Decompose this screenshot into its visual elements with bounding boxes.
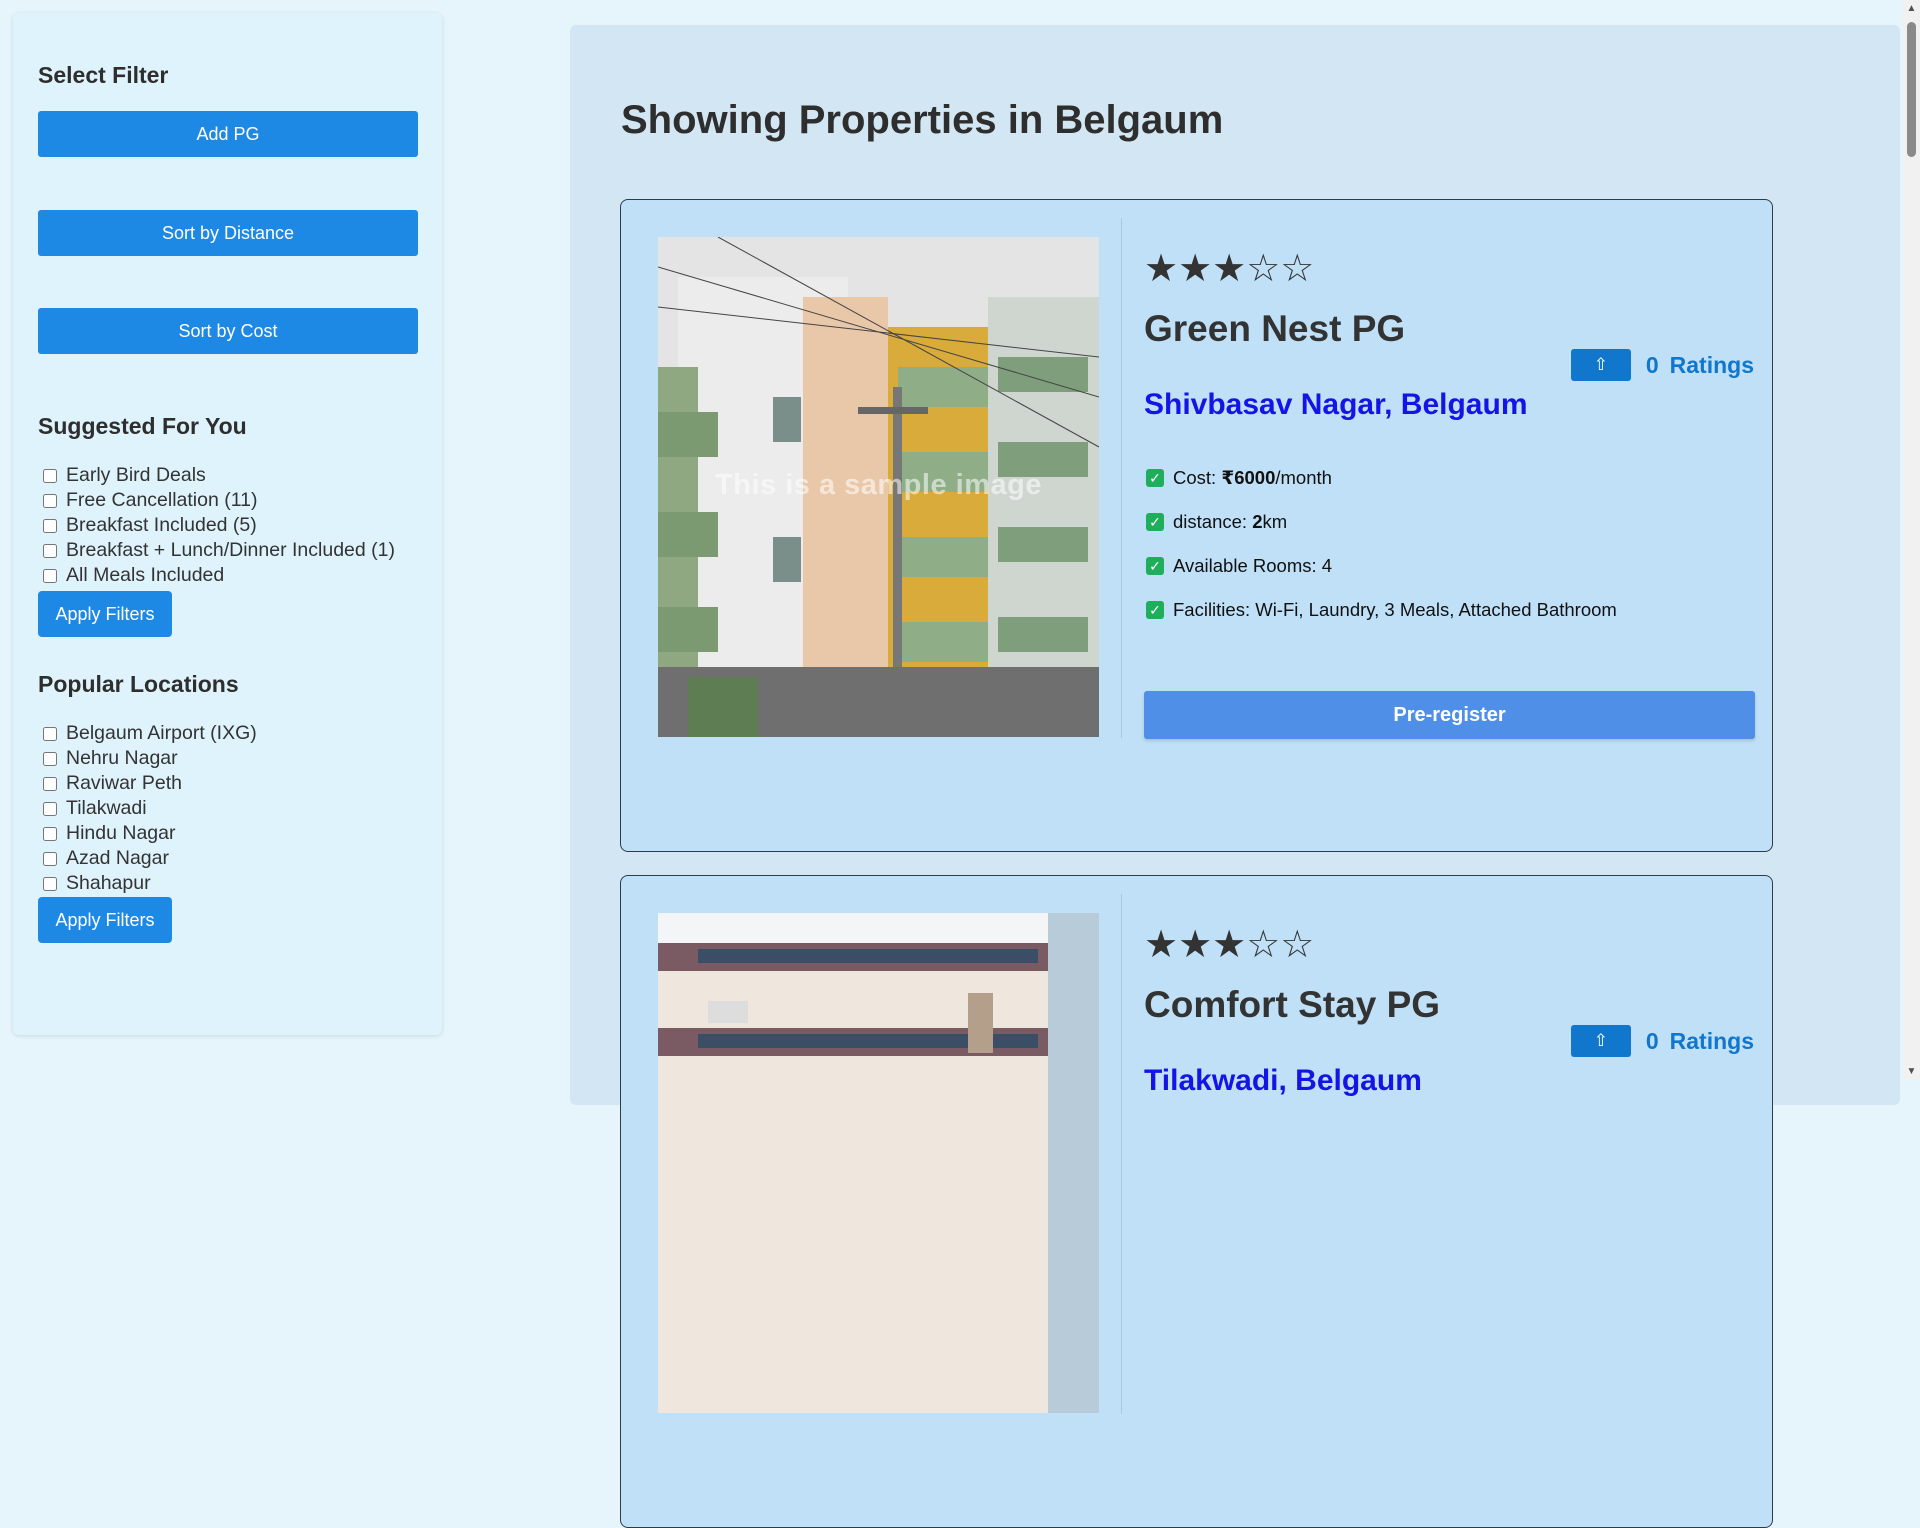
apply-filters-button[interactable]: Apply Filters [38,897,172,943]
checkbox[interactable] [43,876,57,891]
location-option-hindu-nagar[interactable]: Hindu Nagar [41,821,257,846]
feature-cost: ✓ Cost: ₹6000/month [1146,456,1617,500]
checkbox[interactable] [43,851,57,866]
location-label: Azad Nagar [66,847,169,869]
upvote-arrow-icon[interactable]: ⇧ [1570,349,1631,381]
filter-label: Early Bird Deals [66,464,206,486]
location-label: Nehru Nagar [66,747,178,769]
location-option-airport[interactable]: Belgaum Airport (IXG) [41,721,257,746]
rating-widget: ⇧ 0 Ratings [1570,1025,1754,1057]
property-card: This is a sample image ★★★☆☆ Green Nest … [620,199,1773,852]
distance-value: 2 [1252,511,1263,532]
property-photo [658,913,1099,1413]
select-filter-heading: Select Filter [38,62,169,88]
check-icon: ✓ [1146,601,1164,619]
location-option-nehru-nagar[interactable]: Nehru Nagar [41,746,257,771]
building-illustration [658,913,1099,1413]
checkbox[interactable] [43,751,57,766]
location-filter-list: Belgaum Airport (IXG) Nehru Nagar Raviwa… [41,721,257,896]
filter-label: Free Cancellation (11) [66,489,258,511]
feature-facilities: ✓ Facilities: Wi-Fi, Laundry, 3 Meals, At… [1146,588,1617,632]
scrollbar-thumb[interactable] [1907,22,1916,157]
suggested-heading: Suggested For You [38,413,247,439]
rating-widget: ⇧ 0 Ratings [1570,349,1754,381]
facilities-text: Facilities: Wi-Fi, Laundry, 3 Meals, Att… [1173,599,1617,620]
popular-locations-heading: Popular Locations [38,671,239,697]
property-location-link[interactable]: Shivbasav Nagar, Belgaum [1144,388,1528,422]
check-icon: ✓ [1146,469,1164,487]
checkbox[interactable] [43,543,57,558]
sort-by-distance-button[interactable]: Sort by Distance [38,210,418,256]
scroll-up-arrow-icon[interactable]: ▲ [1903,0,1920,17]
check-icon: ✓ [1146,557,1164,575]
rating-count: 0 [1645,351,1659,378]
location-label: Tilakwadi [66,797,147,819]
distance-suffix: km [1262,511,1288,532]
checkbox[interactable] [43,826,57,841]
card-divider [1121,218,1122,738]
property-info: ★★★☆☆ Comfort Stay PG ⇧ 0 Ratings Tilakw… [1144,876,1754,1527]
filter-label: Breakfast Included (5) [66,514,257,536]
suggested-filter-list: Early Bird Deals Free Cancellation (11) … [41,463,395,588]
cost-value: ₹6000 [1221,467,1276,488]
cost-suffix: /month [1275,467,1332,488]
ratings-label: Ratings [1669,351,1754,378]
checkbox[interactable] [43,726,57,741]
upvote-arrow-icon[interactable]: ⇧ [1570,1025,1631,1057]
page-title: Showing Properties in Belgaum [621,98,1224,142]
feature-rooms: ✓ Available Rooms: 4 [1146,544,1617,588]
filter-option-all-meals[interactable]: All Meals Included [41,563,395,588]
location-option-raviwar-peth[interactable]: Raviwar Peth [41,771,257,796]
property-photo: This is a sample image [658,237,1099,737]
sample-image-watermark: This is a sample image [715,469,1042,501]
checkbox[interactable] [43,468,57,483]
distance-prefix: distance: [1173,511,1248,532]
scroll-down-arrow-icon[interactable]: ▼ [1903,1063,1920,1080]
location-label: Shahapur [66,872,151,894]
feature-list: ✓ Cost: ₹6000/month ✓ distance: 2 km ✓ Avai… [1146,456,1617,632]
ratings-label: Ratings [1669,1027,1754,1054]
location-label: Raviwar Peth [66,772,182,794]
property-info: ★★★☆☆ Green Nest PG ⇧ 0 Ratings Shivbasa… [1144,200,1755,851]
star-rating-icon: ★★★☆☆ [1144,248,1315,290]
location-option-tilakwadi[interactable]: Tilakwadi [41,796,257,821]
filter-option-breakfast[interactable]: Breakfast Included (5) [41,513,395,538]
location-label: Belgaum Airport (IXG) [66,722,257,744]
filter-label: Breakfast + Lunch/Dinner Included (1) [66,539,395,561]
rating-count: 0 [1645,1027,1659,1054]
add-pg-button[interactable]: Add PG [38,111,418,157]
card-divider [1121,894,1122,1414]
filter-option-free-cancellation[interactable]: Free Cancellation (11) [41,488,395,513]
filter-option-breakfast-lunch-dinner[interactable]: Breakfast + Lunch/Dinner Included (1) [41,538,395,563]
location-label: Hindu Nagar [66,822,176,844]
property-name: Comfort Stay PG [1144,984,1441,1025]
property-card: ★★★☆☆ Comfort Stay PG ⇧ 0 Ratings Tilakw… [620,875,1773,1528]
check-icon: ✓ [1146,513,1164,531]
checkbox[interactable] [43,493,57,508]
properties-panel: Showing Properties in Belgaum This is a … [570,25,1900,1528]
cost-prefix: Cost: [1173,467,1217,488]
location-option-shahapur[interactable]: Shahapur [41,871,257,896]
filter-option-early-bird[interactable]: Early Bird Deals [41,463,395,488]
sort-by-cost-button[interactable]: Sort by Cost [38,308,418,354]
property-name: Green Nest PG [1144,308,1406,349]
rooms-text: Available Rooms: 4 [1173,555,1333,576]
apply-filters-button[interactable]: Apply Filters [38,591,172,637]
checkbox[interactable] [43,776,57,791]
pre-register-button[interactable]: Pre-register [1144,691,1755,739]
star-rating-icon: ★★★☆☆ [1144,924,1315,966]
feature-distance: ✓ distance: 2 km [1146,500,1617,544]
property-location-link[interactable]: Tilakwadi, Belgaum [1144,1064,1422,1098]
location-option-azad-nagar[interactable]: Azad Nagar [41,846,257,871]
checkbox[interactable] [43,801,57,816]
checkbox[interactable] [43,518,57,533]
checkbox[interactable] [43,568,57,583]
filter-label: All Meals Included [66,564,225,586]
filter-sidebar: Select Filter Add PG Sort by Distance So… [13,13,442,1035]
page-scrollbar[interactable]: ▲ ▼ [1903,0,1920,1080]
